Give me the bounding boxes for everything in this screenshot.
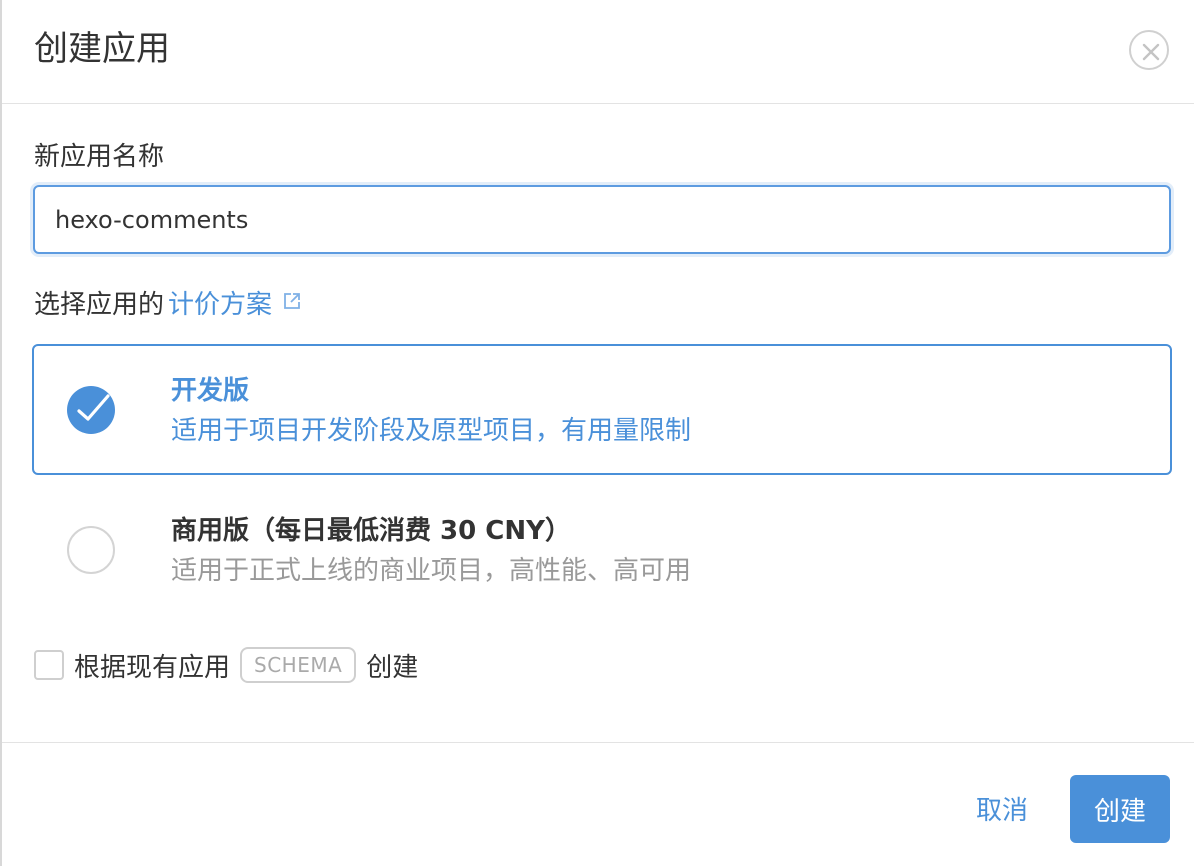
plan-name-commercial: 商用版（每日最低消费 30 CNY） bbox=[171, 516, 571, 546]
schema-suffix: 创建 bbox=[366, 652, 419, 683]
plan-label: 选择应用的 计价方案 bbox=[34, 288, 302, 322]
plan-radio-dev[interactable] bbox=[67, 386, 115, 434]
external-link-icon[interactable] bbox=[282, 286, 302, 320]
app-name-input[interactable] bbox=[33, 185, 1171, 254]
create-button[interactable]: 创建 bbox=[1070, 775, 1170, 843]
plan-option-dev[interactable]: 开发版 适用于项目开发阶段及原型项目，有用量限制 bbox=[32, 344, 1172, 475]
plan-desc-dev: 适用于项目开发阶段及原型项目，有用量限制 bbox=[171, 416, 692, 446]
dialog-header: 创建应用 bbox=[2, 0, 1194, 104]
schema-prefix: 根据现有应用 bbox=[74, 652, 231, 683]
create-app-dialog: 创建应用 新应用名称 选择应用的计价方案 开发版 适用于项目开发阶段及原型项目，… bbox=[0, 0, 1194, 866]
plan-label-prefix: 选择应用的 bbox=[34, 290, 165, 320]
plan-name-dev: 开发版 bbox=[171, 376, 250, 406]
schema-option-row: 根据现有应用 SCHEMA 创建 bbox=[34, 647, 418, 683]
plan-radio-commercial[interactable] bbox=[67, 526, 115, 574]
close-icon bbox=[1142, 43, 1160, 61]
plan-desc-commercial: 适用于正式上线的商业项目，高性能、高可用 bbox=[171, 556, 692, 586]
dialog-footer: 取消 创建 bbox=[2, 742, 1194, 866]
schema-badge: SCHEMA bbox=[240, 647, 357, 683]
pricing-plan-link[interactable]: 计价方案 bbox=[168, 290, 272, 320]
close-button[interactable] bbox=[1129, 30, 1169, 70]
dialog-title: 创建应用 bbox=[34, 29, 170, 69]
cancel-button[interactable]: 取消 bbox=[957, 791, 1047, 831]
plan-option-commercial[interactable]: 商用版（每日最低消费 30 CNY） 适用于正式上线的商业项目，高性能、高可用 bbox=[32, 484, 1172, 615]
app-name-label: 新应用名称 bbox=[34, 142, 165, 172]
schema-checkbox[interactable] bbox=[34, 650, 64, 680]
checkmark-icon bbox=[77, 394, 110, 421]
